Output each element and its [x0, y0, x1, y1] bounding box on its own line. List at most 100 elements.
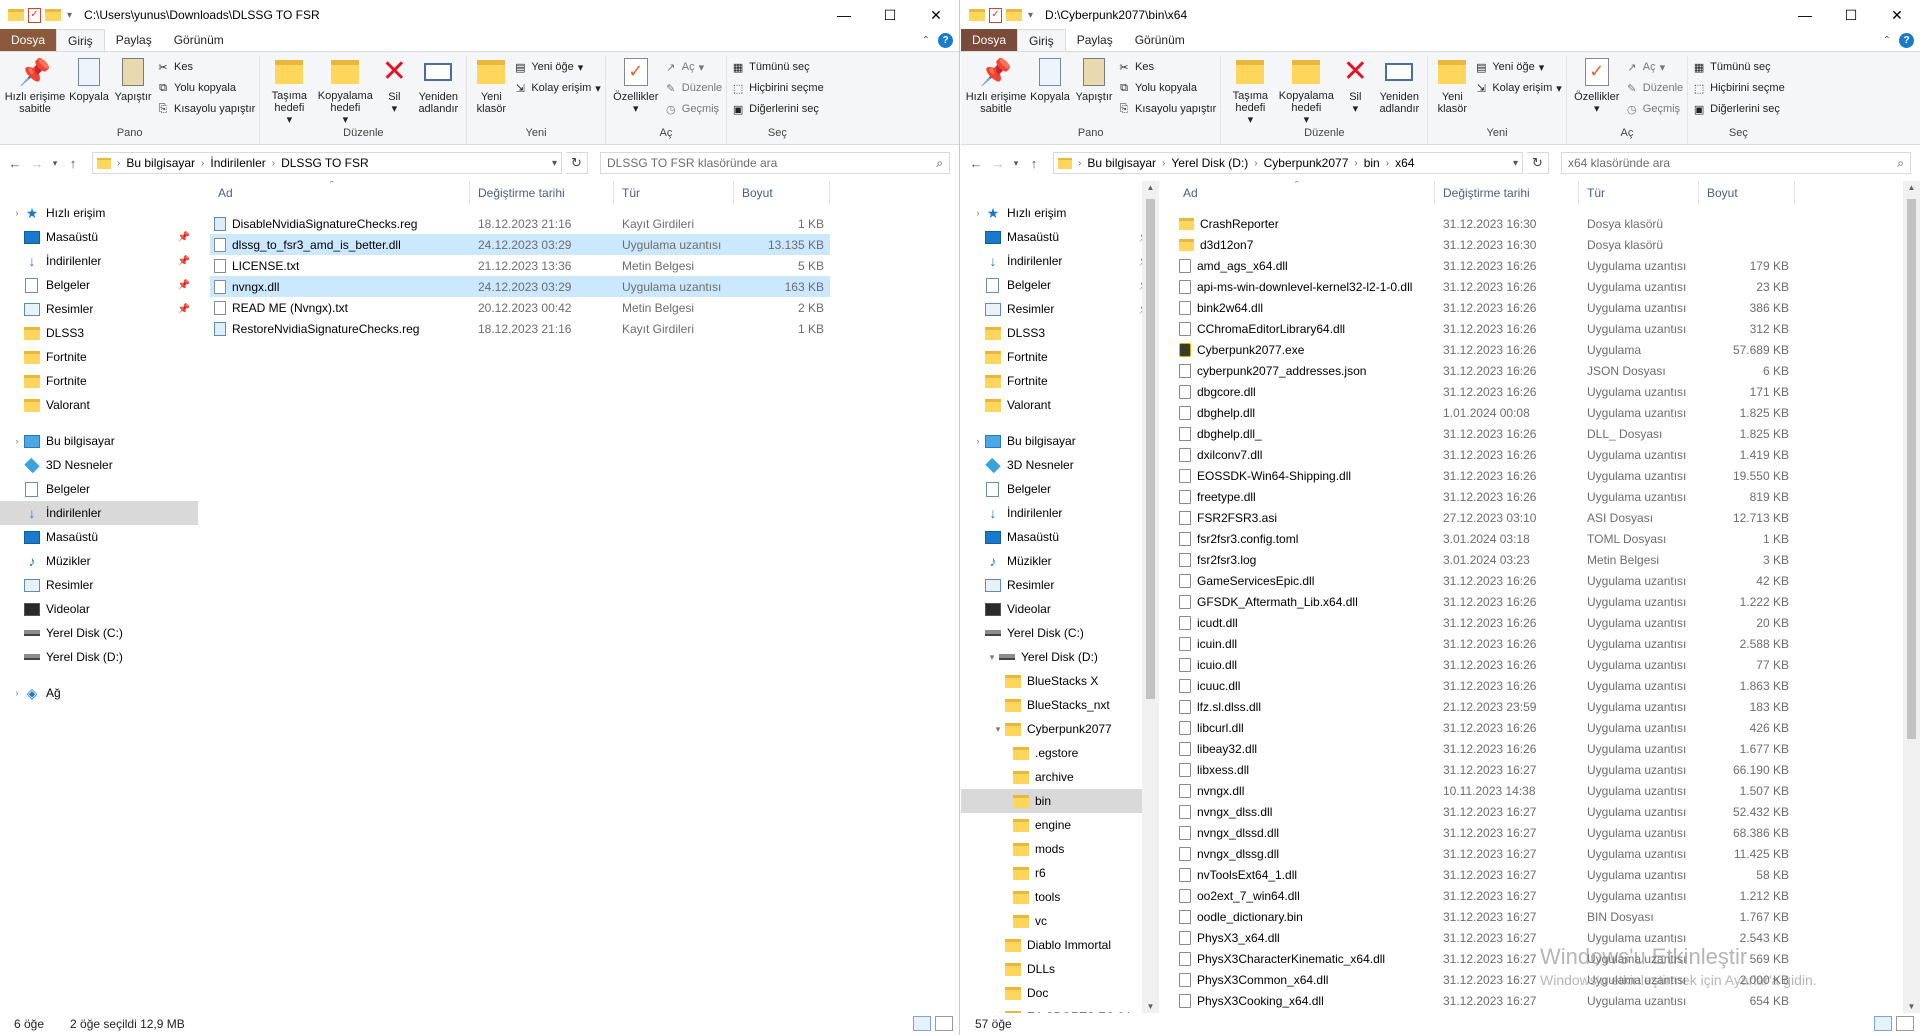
file-row[interactable]: oodle_dictionary.bin 31.12.2023 16:27 BIN …	[1175, 906, 1795, 927]
customize-dropdown-icon[interactable]: ▾	[1028, 10, 1033, 21]
column-header[interactable]: Tür	[614, 181, 734, 205]
paste-button[interactable]: Yapıştır	[112, 56, 154, 126]
copy-to-button[interactable]: Kopyalama hedefi ▾	[316, 56, 374, 126]
file-row[interactable]: libxess.dll 31.12.2023 16:27 Uygulama uzan…	[1175, 759, 1795, 780]
file-row[interactable]: LICENSE.txt 21.12.2023 13:36 Metin Belgesi…	[210, 255, 830, 276]
nav-item[interactable]: ↓İndirilenler📌	[0, 249, 198, 273]
file-row[interactable]: GFSDK_Aftermath_Lib.x64.dll 31.12.2023 16…	[1175, 591, 1795, 612]
file-row[interactable]: d3d12on7 31.12.2023 16:30 Dosya klasörü	[1175, 234, 1795, 255]
column-header[interactable]: Ad	[210, 181, 470, 205]
expanded-chevron-icon[interactable]: ▾	[985, 652, 999, 663]
edit-button[interactable]: ✎ Düzenle	[1625, 79, 1683, 97]
nav-item[interactable]: ♪ Müzikler	[0, 549, 198, 573]
scroll-up-icon[interactable]: ▲	[1142, 183, 1159, 192]
chevron-down-icon[interactable]: ▾	[1513, 158, 1518, 169]
file-row[interactable]: oo2ext_7_win64.dll 31.12.2023 16:27 Uygula…	[1175, 885, 1795, 906]
nav-item[interactable]: Belgeler 📌	[0, 273, 198, 297]
chevron-right-icon[interactable]: ›	[10, 208, 24, 218]
select-all-button[interactable]: ▦ Tümünü seç	[1692, 58, 1785, 76]
file-row[interactable]: dxilconv7.dll 31.12.2023 16:26 Uygulama uz…	[1175, 444, 1795, 465]
copy-button[interactable]: Kopyala	[68, 56, 110, 126]
nav-item[interactable]: Belgeler	[0, 477, 198, 501]
nav-item[interactable]: Yerel Disk (C:)	[961, 621, 1159, 645]
nav-item[interactable]: engine	[961, 813, 1159, 837]
forward-arrow-icon[interactable]: →	[989, 156, 1007, 171]
up-arrow-icon[interactable]: ↑	[64, 156, 82, 171]
nav-item[interactable]: Resimler📌	[961, 297, 1159, 321]
large-icons-view-icon[interactable]	[1896, 1016, 1914, 1031]
chevron-right-icon[interactable]: ›	[971, 436, 985, 446]
column-header[interactable]: Ad	[1175, 181, 1435, 205]
nav-item[interactable]: Fortnite	[0, 345, 198, 369]
nav-item[interactable]: archive	[961, 765, 1159, 789]
file-row[interactable]: PhysX3Cooking_x64.dll 31.12.2023 16:27 Uyg…	[1175, 990, 1795, 1011]
chevron-right-icon[interactable]: ›	[10, 688, 24, 698]
tab-file[interactable]: Dosya	[961, 29, 1018, 51]
nav-item[interactable]: r6	[961, 861, 1159, 885]
nav-item[interactable]: Doc	[961, 981, 1159, 1005]
breadcrumb-item[interactable]: DLSSG TO FSR	[281, 156, 369, 170]
nav-item[interactable]: › ★ Hızlı erişim	[0, 201, 198, 225]
copy-to-button[interactable]: Kopyalama hedefi ▾	[1277, 56, 1335, 126]
file-row[interactable]: icudt.dll 31.12.2023 16:26 Uygulama uzantı…	[1175, 612, 1795, 633]
file-row[interactable]: libcurl.dll 31.12.2023 16:26 Uygulama uzan…	[1175, 717, 1795, 738]
invert-selection-button[interactable]: ▣ Diğerlerini seç	[731, 100, 824, 118]
collapse-ribbon-icon[interactable]: ⌃	[1883, 35, 1891, 46]
breadcrumb-item[interactable]: Bu bilgisayar	[1087, 156, 1156, 170]
file-row[interactable]: fsr2fsr3.log 3.01.2024 03:23 Metin Belgesi…	[1175, 549, 1795, 570]
tab-share[interactable]: Paylaş	[1066, 29, 1124, 51]
chevron-right-icon[interactable]: ›	[1254, 158, 1257, 169]
move-to-button[interactable]: Taşıma hedefi ▾	[1225, 56, 1275, 126]
file-row[interactable]: dbghelp.dll_ 31.12.2023 16:26 DLL_ Dosyası…	[1175, 423, 1795, 444]
chevron-right-icon[interactable]: ›	[1386, 158, 1389, 169]
nav-item[interactable]: Yerel Disk (D:)	[0, 645, 198, 669]
easy-access-button[interactable]: ⇲ Kolay erişim ▾	[1474, 79, 1562, 97]
minimize-button[interactable]: —	[1782, 0, 1828, 30]
copy-button[interactable]: Kopyala	[1029, 56, 1071, 126]
nav-item[interactable]: › ◈ Ağ	[0, 681, 198, 705]
nav-item[interactable]: tools	[961, 885, 1159, 909]
breadcrumb-item[interactable]: Yerel Disk (D:)	[1171, 156, 1248, 170]
file-row[interactable]: icuin.dll 31.12.2023 16:26 Uygulama uzantı…	[1175, 633, 1795, 654]
nav-item[interactable]: Belgeler	[961, 477, 1159, 501]
nav-item[interactable]: 3D Nesneler	[0, 453, 198, 477]
maximize-button[interactable]: ☐	[1828, 0, 1874, 30]
nav-item[interactable]: Yerel Disk (C:)	[0, 621, 198, 645]
new-folder-button[interactable]: Yeni klasör	[1432, 56, 1472, 126]
minimize-button[interactable]: —	[821, 0, 867, 30]
rename-button[interactable]: Yeniden adlandır	[1375, 56, 1423, 126]
nav-item[interactable]: ♪ Müzikler	[961, 549, 1159, 573]
file-row[interactable]: nvngx_dlssg.dll 31.12.2023 16:27 Uygulama …	[1175, 843, 1795, 864]
file-row[interactable]: fsr2fsr3.config.toml 3.01.2024 03:18 TOML …	[1175, 528, 1795, 549]
nav-item[interactable]: ↓İndirilenler📌	[961, 249, 1159, 273]
easy-access-button[interactable]: ⇲ Kolay erişim ▾	[513, 79, 601, 97]
nav-item[interactable]: BlueStacks X	[961, 669, 1159, 693]
chevron-right-icon[interactable]: ›	[272, 158, 275, 169]
nav-item[interactable]: mods	[961, 837, 1159, 861]
file-row[interactable]: FSR2FSR3.asi 27.12.2023 03:10 ASI Dosyası 1…	[1175, 507, 1795, 528]
refresh-icon[interactable]: ↻	[1527, 152, 1549, 174]
up-arrow-icon[interactable]: ↑	[1025, 156, 1043, 171]
column-header[interactable]: Değiştirme tarihi	[470, 181, 614, 205]
file-row[interactable]: dbghelp.dll 1.01.2024 00:08 Uygulama uzant…	[1175, 402, 1795, 423]
pin-quick-access-button[interactable]: 📌 Hızlı erişime sabitle	[4, 56, 66, 126]
scroll-up-icon[interactable]: ▲	[1903, 183, 1920, 192]
file-row[interactable]: RestoreNvidiaSignatureChecks.reg 18.12.20…	[210, 318, 830, 339]
edit-button[interactable]: ✎ Düzenle	[664, 79, 722, 97]
column-header[interactable]: Tür	[1579, 181, 1699, 205]
breadcrumb-item[interactable]: Bu bilgisayar	[126, 156, 195, 170]
new-folder-icon[interactable]	[45, 9, 61, 21]
paste-shortcut-button[interactable]: ⎘ Kısayolu yapıştır	[1117, 100, 1217, 118]
nav-item[interactable]: BlueStacks_nxt	[961, 693, 1159, 717]
nav-item[interactable]: Masaüstü 📌	[0, 225, 198, 249]
search-input[interactable]: x64 klasöründe ara ⌕	[1561, 152, 1911, 174]
chevron-right-icon[interactable]: ›	[971, 208, 985, 218]
open-button[interactable]: ↗ Aç ▾	[1625, 58, 1683, 76]
file-row[interactable]: nvngx_dlss.dll 31.12.2023 16:27 Uygulama u…	[1175, 801, 1795, 822]
file-row[interactable]: amd_ags_x64.dll 31.12.2023 16:26 Uygulama …	[1175, 255, 1795, 276]
select-none-button[interactable]: ⬚ Hiçbirini seçme	[731, 79, 824, 97]
address-bar[interactable]: › Bu bilgisayar › İndirilenler › DLSSG TO FS…	[92, 152, 562, 174]
help-icon[interactable]: ?	[1899, 33, 1914, 48]
copy-path-button[interactable]: ⧉ Yolu kopyala	[1117, 79, 1216, 97]
column-header[interactable]: Değiştirme tarihi	[1435, 181, 1579, 205]
